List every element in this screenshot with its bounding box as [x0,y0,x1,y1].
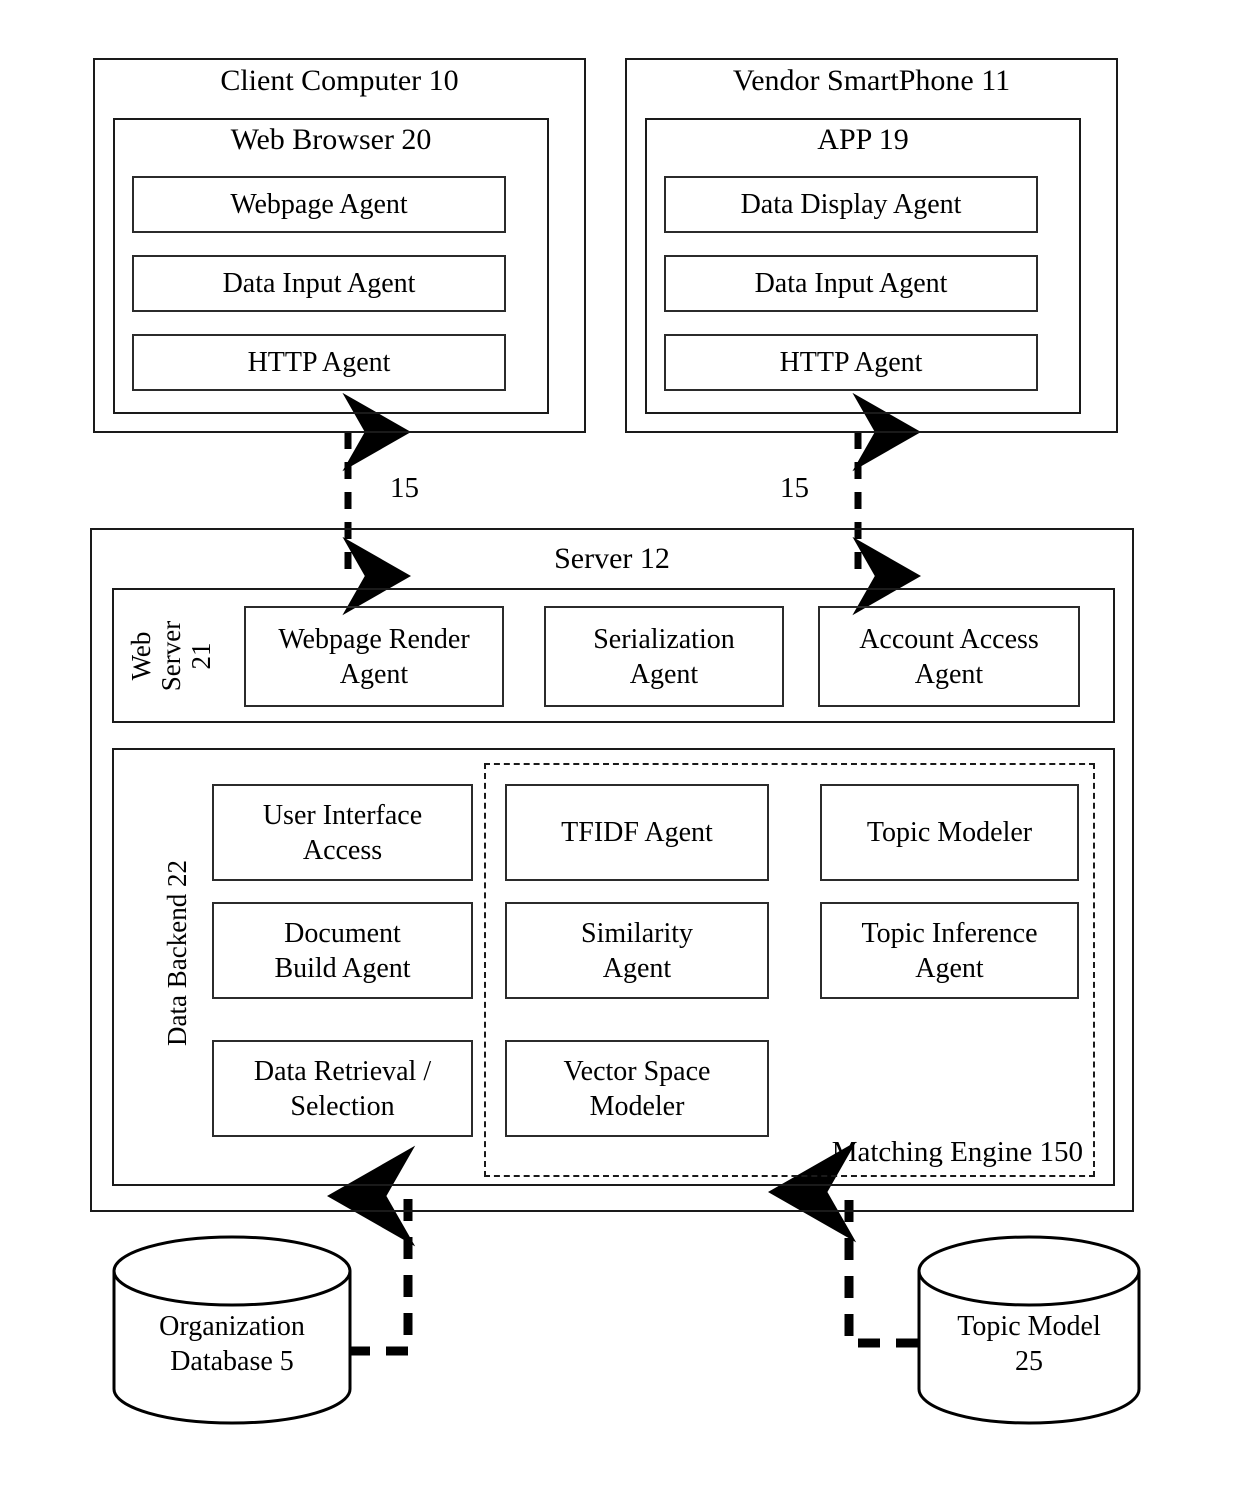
agent-http-app-label: HTTP Agent [779,347,923,378]
agent-vector-space-modeler[interactable]: Vector Space Modeler [505,1040,769,1137]
agent-topic-inference[interactable]: Topic Inference Agent [820,902,1079,999]
link-label-left: 15 [390,472,419,504]
org-database-label: Organization Database 5 [159,1311,305,1377]
web-server-label: Web Server 21 [126,620,217,692]
agent-user-interface-access[interactable]: User Interface Access [212,784,473,881]
agent-http-browser[interactable]: HTTP Agent [132,334,506,391]
org-database-cylinder: Organization Database 5 [110,1233,354,1427]
vendor-smartphone-title: Vendor SmartPhone 11 [732,64,1011,97]
agent-topic-inference-label: Topic Inference Agent [861,917,1038,984]
topic-model-label: Topic Model 25 [957,1311,1101,1377]
link-label-right: 15 [780,472,809,504]
agent-webpage-label: Webpage Agent [230,189,408,220]
agent-data-retrieval-selection[interactable]: Data Retrieval / Selection [212,1040,473,1137]
agent-webpage[interactable]: Webpage Agent [132,176,506,233]
agent-topic-modeler[interactable]: Topic Modeler [820,784,1079,881]
agent-document-build[interactable]: Document Build Agent [212,902,473,999]
agent-tfidf-label: TFIDF Agent [561,817,713,848]
agent-data-input-app-label: Data Input Agent [754,268,948,299]
agent-similarity-label: Similarity Agent [581,917,693,984]
agent-data-display-label: Data Display Agent [740,189,962,220]
data-backend-label: Data Backend 22 [162,860,192,1046]
app-title: APP 19 [817,123,909,156]
link-topic-model-backend [767,1141,918,1348]
web-browser-title: Web Browser 20 [230,123,432,156]
agent-topic-modeler-label: Topic Modeler [866,817,1033,848]
agent-document-build-label: Document Build Agent [274,917,411,984]
matching-engine-label: Matching Engine 150 [831,1136,1083,1168]
topic-model-cylinder: Topic Model 25 [915,1233,1143,1427]
client-computer-title: Client Computer 10 [220,64,459,97]
agent-http-app[interactable]: HTTP Agent [664,334,1038,391]
agent-tfidf[interactable]: TFIDF Agent [505,784,769,881]
agent-webpage-render[interactable]: Webpage Render Agent [244,606,504,707]
agent-webpage-render-label: Webpage Render Agent [278,623,470,690]
agent-account-access-label: Account Access Agent [859,623,1039,690]
agent-data-retrieval-selection-label: Data Retrieval / Selection [253,1055,432,1122]
agent-user-interface-access-label: User Interface Access [262,799,423,866]
agent-data-input-app[interactable]: Data Input Agent [664,255,1038,312]
agent-data-input-browser[interactable]: Data Input Agent [132,255,506,312]
agent-data-display[interactable]: Data Display Agent [664,176,1038,233]
agent-similarity[interactable]: Similarity Agent [505,902,769,999]
agent-serialization[interactable]: Serialization Agent [544,606,784,707]
agent-serialization-label: Serialization Agent [593,623,735,690]
patent-figure: Client Computer 10 Web Browser 20 Webpag… [0,0,1240,1503]
agent-vector-space-modeler-label: Vector Space Modeler [563,1055,711,1122]
link-org-database-backend [326,1145,416,1356]
agent-account-access[interactable]: Account Access Agent [818,606,1080,707]
agent-http-browser-label: HTTP Agent [247,347,391,378]
server-title: Server 12 [554,542,670,575]
agent-data-input-browser-label: Data Input Agent [222,268,416,299]
